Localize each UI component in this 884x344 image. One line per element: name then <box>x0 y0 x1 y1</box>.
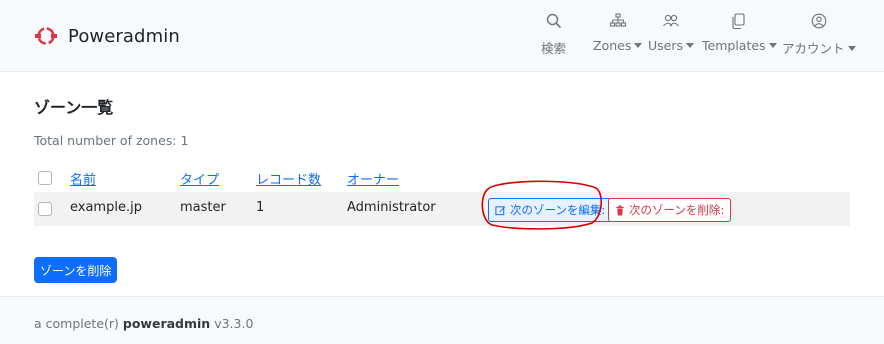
table-header: 名前 タイプ レコード数 オーナー <box>34 166 850 190</box>
nav-templates-label: Templates <box>702 38 766 53</box>
nav-search[interactable]: 検索 <box>541 12 566 57</box>
page-title: ゾーン一覧 <box>34 98 114 117</box>
delete-zone-label: 次のゾーンを削除: <box>629 203 725 217</box>
caret-down-icon <box>634 43 643 48</box>
nav-search-label: 検索 <box>541 41 567 56</box>
delete-zones-button[interactable]: ゾーンを削除 <box>34 257 118 283</box>
row-checkbox[interactable] <box>38 202 52 216</box>
caret-down-icon <box>768 43 777 48</box>
delete-zone-button[interactable]: 次のゾーンを削除: <box>608 198 732 222</box>
caret-down-icon <box>847 46 856 51</box>
footer-brand-link[interactable]: poweradmin <box>123 316 210 331</box>
navbar: Poweradmin 検索 Zones Users Templates アカウン… <box>0 0 884 72</box>
footer: a complete(r) poweradmin v3.3.0 <box>0 296 884 344</box>
nav-zones-label: Zones <box>593 38 632 53</box>
person-circle-icon <box>811 13 827 29</box>
people-icon <box>663 14 679 27</box>
brand-link[interactable]: Poweradmin <box>34 24 180 48</box>
search-icon <box>546 13 561 29</box>
footer-text: a complete(r) poweradmin v3.3.0 <box>34 316 253 331</box>
copy-icon <box>732 13 745 30</box>
footer-version: v3.3.0 <box>210 316 254 331</box>
zone-record-count: 1 <box>256 200 265 215</box>
zone-owner: Administrator <box>347 200 436 215</box>
sitemap-icon <box>609 13 626 27</box>
edit-zone-button[interactable]: 次のゾーンを編集: <box>488 198 613 222</box>
nav-templates[interactable]: Templates <box>702 12 777 53</box>
zone-type: master <box>180 200 226 215</box>
nav-users[interactable]: Users <box>648 12 695 53</box>
nav-zones[interactable]: Zones <box>593 12 643 53</box>
zone-name: example.jp <box>70 200 142 215</box>
table-row: example.jp master 1 Administrator 次のゾーンを… <box>34 192 850 226</box>
edit-zone-label: 次のゾーンを編集: <box>510 203 606 217</box>
nav-account[interactable]: アカウント <box>782 12 856 57</box>
footer-prefix: a complete(r) <box>34 316 123 331</box>
total-zones-text: Total number of zones: 1 <box>34 133 189 148</box>
poweradmin-logo-icon <box>35 27 57 45</box>
column-header-type[interactable]: タイプ <box>180 169 219 188</box>
caret-down-icon <box>686 43 695 48</box>
brand-name: Poweradmin <box>68 25 180 47</box>
select-all-checkbox[interactable] <box>38 171 52 185</box>
trash-icon <box>616 204 624 216</box>
pencil-square-icon <box>495 205 506 215</box>
nav-users-label: Users <box>648 38 684 53</box>
nav-account-label: アカウント <box>782 41 845 56</box>
column-header-owner[interactable]: オーナー <box>347 169 399 188</box>
column-header-records[interactable]: レコード数 <box>256 169 321 188</box>
column-header-name[interactable]: 名前 <box>70 169 96 188</box>
